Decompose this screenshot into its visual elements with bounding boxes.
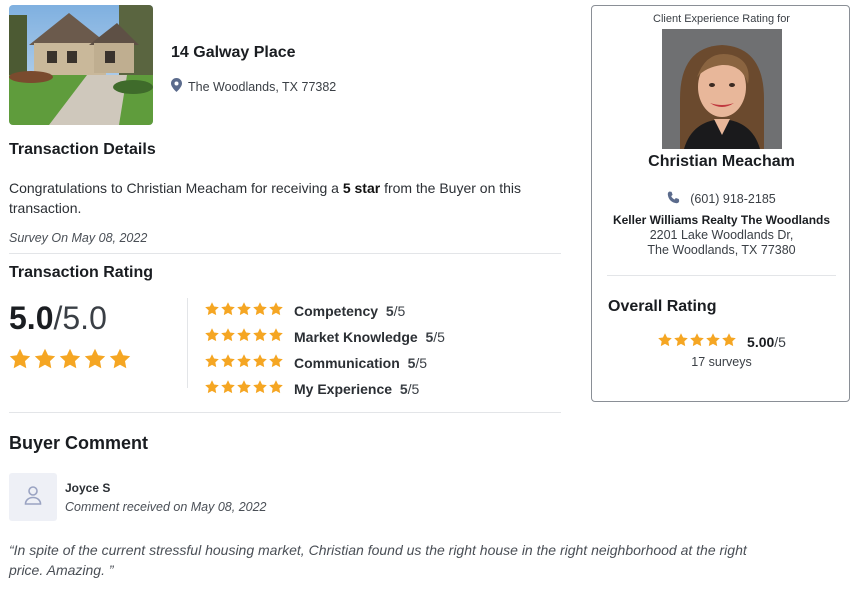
star-icon — [252, 353, 268, 372]
category-stars — [204, 353, 284, 372]
buyer-comment-heading: Buyer Comment — [9, 433, 149, 453]
star-icon — [673, 332, 689, 351]
star-icon — [705, 332, 721, 351]
survey-count: 17 surveys — [691, 355, 752, 369]
star-icon — [58, 347, 82, 376]
category-score: 5 — [385, 302, 394, 319]
star-icon — [108, 347, 132, 376]
agent-phone[interactable]: (601) 918-2185 — [592, 191, 851, 207]
card-divider — [607, 275, 836, 276]
star-icon — [220, 301, 236, 320]
transaction-details-heading: Transaction Details — [9, 141, 156, 158]
overall-transaction-score: 5.0/5.0 — [9, 300, 107, 337]
category-stars — [204, 301, 284, 320]
overall-rating-heading: Overall Rating — [608, 298, 717, 315]
category-name: Market Knowledge — [294, 328, 418, 345]
transaction-score-value: 5.0 — [9, 300, 54, 336]
star-icon — [204, 353, 220, 372]
transaction-score-max: /5.0 — [53, 300, 107, 336]
brokerage-address-line2: The Woodlands, TX 77380 — [647, 243, 796, 257]
agent-phone-number[interactable]: (601) 918-2185 — [690, 192, 775, 206]
star-icon — [268, 353, 284, 372]
star-icon — [236, 327, 252, 346]
overall-score: 5.00 — [747, 333, 775, 350]
star-icon — [220, 327, 236, 346]
commenter-name: Joyce S — [65, 481, 111, 495]
star-icon — [268, 327, 284, 346]
agent-photo — [662, 29, 782, 149]
agent-name: Christian Meacham — [648, 153, 795, 170]
vertical-divider — [187, 298, 188, 388]
star-icon — [220, 353, 236, 372]
comment-quote: “In spite of the current stressful housi… — [9, 542, 747, 578]
map-pin-icon — [171, 78, 182, 95]
congratulations-prefix: Congratulations to Christian Meacham for… — [9, 180, 343, 196]
star-icon — [252, 301, 268, 320]
overall-stars — [657, 332, 737, 351]
star-icon — [236, 379, 252, 398]
agent-rating-card: Client Experience Rating for Christian M… — [591, 5, 850, 402]
user-icon — [24, 485, 42, 510]
property-title: 14 Galway Place — [171, 44, 296, 61]
phone-icon — [667, 191, 680, 207]
star-icon — [689, 332, 705, 351]
category-name: My Experience — [294, 380, 393, 397]
star-icon — [721, 332, 737, 351]
category-max: /5 — [433, 328, 445, 345]
star-icon — [83, 347, 107, 376]
transaction-stars — [8, 347, 132, 376]
overall-rating-row: 5.00/5 — [592, 332, 851, 351]
star-icon — [204, 301, 220, 320]
transaction-rating-heading: Transaction Rating — [9, 264, 154, 281]
card-header: Client Experience Rating for — [653, 13, 790, 25]
star-icon — [220, 379, 236, 398]
category-row-my-experience: My Experience 5/5 — [204, 379, 419, 398]
comment-received-date: Comment received on May 08, 2022 — [65, 500, 267, 514]
divider — [9, 412, 561, 413]
divider — [9, 253, 561, 254]
survey-date: Survey On May 08, 2022 — [9, 231, 148, 245]
property-address: The Woodlands, TX 77382 — [171, 78, 336, 95]
star-icon — [268, 301, 284, 320]
star-icon — [33, 347, 57, 376]
star-icon — [268, 379, 284, 398]
star-icon — [657, 332, 673, 351]
star-icon — [236, 301, 252, 320]
category-row-market-knowledge: Market Knowledge 5/5 — [204, 327, 445, 346]
star-icon — [204, 327, 220, 346]
category-max: /5 — [407, 380, 420, 397]
category-row-competency: Competency 5/5 — [204, 301, 405, 320]
category-max: /5 — [415, 354, 428, 371]
star-icon — [8, 347, 32, 376]
category-stars — [204, 379, 284, 398]
brokerage-name: Keller Williams Realty The Woodlands — [612, 213, 831, 227]
property-photo — [9, 5, 153, 125]
category-max: /5 — [393, 302, 406, 319]
congratulations-text: Congratulations to Christian Meacham for… — [9, 178, 569, 218]
star-icon — [204, 379, 220, 398]
category-name: Communication — [294, 354, 400, 371]
category-score: 5 — [399, 380, 408, 397]
avatar — [9, 473, 57, 521]
property-address-text: The Woodlands, TX 77382 — [188, 79, 337, 94]
congratulations-bold: 5 star — [342, 180, 381, 196]
star-icon — [236, 353, 252, 372]
category-row-communication: Communication 5/5 — [204, 353, 427, 372]
overall-score-max: /5 — [774, 333, 786, 350]
star-icon — [252, 327, 268, 346]
brokerage-address-line1: 2201 Lake Woodlands Dr, — [649, 228, 794, 242]
category-name: Competency — [294, 302, 379, 319]
category-stars — [204, 327, 284, 346]
star-icon — [252, 379, 268, 398]
